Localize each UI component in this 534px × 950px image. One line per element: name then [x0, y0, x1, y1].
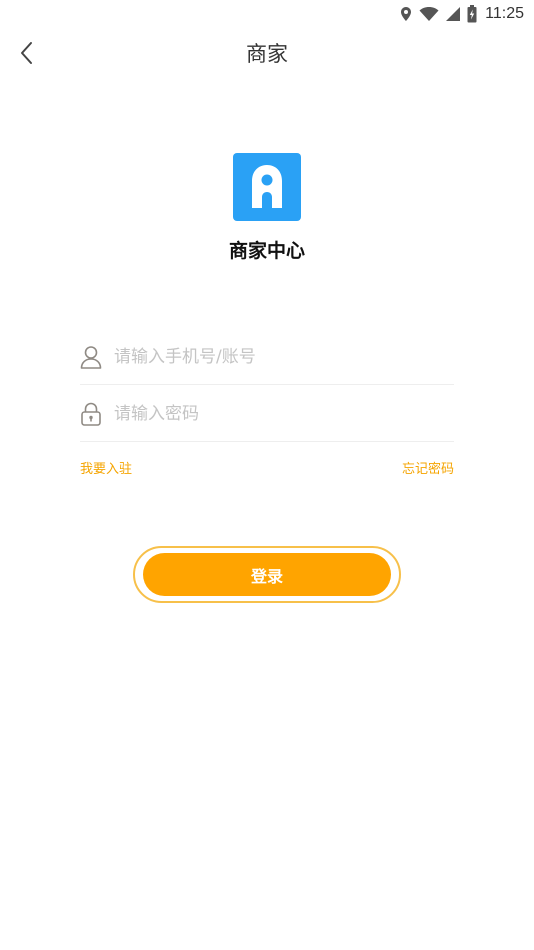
login-button-outline: 登录 — [133, 546, 401, 603]
join-link[interactable]: 我要入驻 — [80, 458, 132, 477]
status-time: 11:25 — [485, 5, 524, 22]
status-bar: 11:25 — [0, 0, 534, 28]
user-icon — [80, 345, 102, 369]
login-button[interactable]: 登录 — [143, 553, 391, 596]
password-input[interactable] — [114, 403, 454, 424]
password-field — [80, 386, 454, 442]
wifi-icon — [419, 7, 439, 21]
app-logo — [233, 153, 301, 221]
signal-icon — [446, 7, 461, 21]
lock-icon — [80, 402, 102, 426]
location-icon — [401, 7, 412, 21]
account-input[interactable] — [114, 346, 454, 367]
status-icons: 11:25 — [399, 4, 524, 24]
page-title: 商家 — [246, 42, 288, 66]
battery-charging-icon — [467, 5, 477, 23]
brand-name: 商家中心 — [228, 240, 305, 262]
link-row: 我要入驻 忘记密码 — [80, 458, 454, 478]
top-bar: 商家 — [0, 30, 534, 76]
app-logo-icon — [252, 165, 282, 208]
account-field — [80, 329, 454, 385]
forgot-password-link[interactable]: 忘记密码 — [402, 458, 454, 477]
